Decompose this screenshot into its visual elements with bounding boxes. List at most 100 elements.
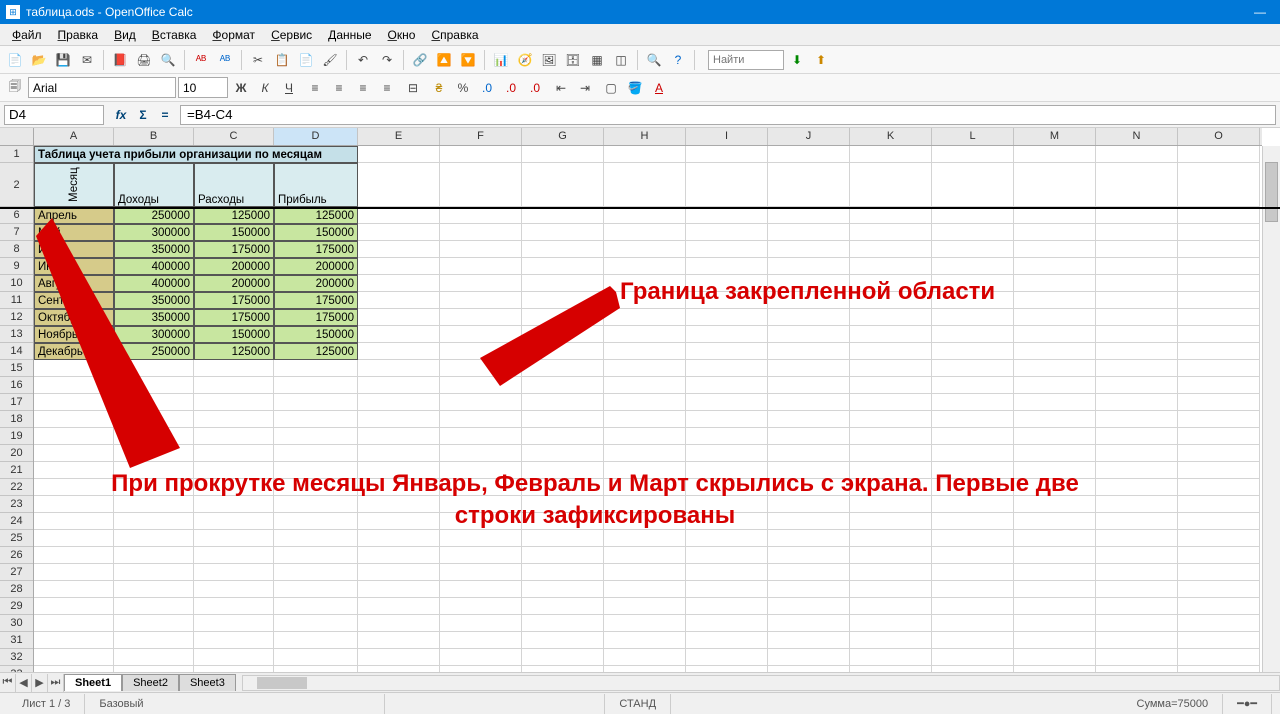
- row-header-23[interactable]: 23: [0, 496, 33, 513]
- fx-icon[interactable]: fx: [110, 104, 132, 126]
- datasources-icon[interactable]: 🗄: [562, 49, 584, 71]
- cell[interactable]: [1014, 496, 1096, 513]
- cell[interactable]: [768, 309, 850, 326]
- cell[interactable]: [1096, 479, 1178, 496]
- bold-button[interactable]: Ж: [230, 77, 252, 99]
- cell[interactable]: [686, 224, 768, 241]
- row-header-6[interactable]: 6: [0, 207, 33, 224]
- cell[interactable]: [114, 615, 194, 632]
- cell[interactable]: [1014, 309, 1096, 326]
- cell[interactable]: [604, 207, 686, 224]
- cell[interactable]: [194, 411, 274, 428]
- month-cell[interactable]: Декабрь: [34, 343, 114, 360]
- cell[interactable]: [768, 224, 850, 241]
- cell[interactable]: [686, 649, 768, 666]
- cell[interactable]: [34, 377, 114, 394]
- expense-cell[interactable]: 125000: [194, 343, 274, 360]
- cell[interactable]: [274, 360, 358, 377]
- income-cell[interactable]: 250000: [114, 207, 194, 224]
- cell[interactable]: [194, 530, 274, 547]
- cell[interactable]: [768, 445, 850, 462]
- row-header-20[interactable]: 20: [0, 445, 33, 462]
- cell[interactable]: [604, 377, 686, 394]
- cell[interactable]: [1014, 513, 1096, 530]
- cell[interactable]: [34, 615, 114, 632]
- cell[interactable]: [850, 530, 932, 547]
- autospell-icon[interactable]: ᴬᴮ: [214, 49, 236, 71]
- row-header-32[interactable]: 32: [0, 649, 33, 666]
- hyperlink-icon[interactable]: 🔗: [409, 49, 431, 71]
- cell[interactable]: [1178, 598, 1260, 615]
- align-center-icon[interactable]: ≡: [328, 77, 350, 99]
- cell[interactable]: [274, 666, 358, 672]
- expense-cell[interactable]: 175000: [194, 292, 274, 309]
- row-header-22[interactable]: 22: [0, 479, 33, 496]
- cell[interactable]: [358, 241, 440, 258]
- cell[interactable]: [850, 598, 932, 615]
- cell[interactable]: [114, 428, 194, 445]
- cell[interactable]: [194, 445, 274, 462]
- cell[interactable]: [440, 241, 522, 258]
- cell[interactable]: [850, 326, 932, 343]
- income-cell[interactable]: 300000: [114, 224, 194, 241]
- cell[interactable]: [34, 496, 114, 513]
- cell[interactable]: [522, 360, 604, 377]
- font-size-select[interactable]: [178, 77, 228, 98]
- cell[interactable]: [932, 326, 1014, 343]
- cell[interactable]: [440, 326, 522, 343]
- cell[interactable]: [1178, 479, 1260, 496]
- cell[interactable]: [1096, 224, 1178, 241]
- cell[interactable]: [768, 615, 850, 632]
- cell[interactable]: [1096, 564, 1178, 581]
- cell[interactable]: [686, 326, 768, 343]
- table-title-cell[interactable]: Таблица учета прибыли организации по мес…: [34, 146, 358, 163]
- cell[interactable]: [768, 343, 850, 360]
- cell[interactable]: [522, 146, 604, 163]
- cell[interactable]: [686, 146, 768, 163]
- row-header-27[interactable]: 27: [0, 564, 33, 581]
- cell[interactable]: [850, 615, 932, 632]
- cell[interactable]: [850, 411, 932, 428]
- cell[interactable]: [686, 241, 768, 258]
- cell[interactable]: [274, 530, 358, 547]
- cell[interactable]: [1014, 394, 1096, 411]
- row-header-17[interactable]: 17: [0, 394, 33, 411]
- cell[interactable]: [1014, 547, 1096, 564]
- cell[interactable]: [358, 428, 440, 445]
- indent-inc-icon[interactable]: ⇥: [574, 77, 596, 99]
- col-header-D[interactable]: D: [274, 128, 358, 145]
- cell[interactable]: [686, 462, 768, 479]
- cell[interactable]: [850, 360, 932, 377]
- cell[interactable]: [114, 581, 194, 598]
- cell[interactable]: [850, 275, 932, 292]
- income-cell[interactable]: 350000: [114, 309, 194, 326]
- cell[interactable]: [1096, 496, 1178, 513]
- cell[interactable]: [522, 326, 604, 343]
- styles-icon[interactable]: 🗐: [4, 77, 26, 99]
- undo-icon[interactable]: ↶: [352, 49, 374, 71]
- cell[interactable]: [440, 445, 522, 462]
- col-header-M[interactable]: M: [1014, 128, 1096, 145]
- tab-nav-first-icon[interactable]: ⏮: [0, 674, 16, 692]
- cell[interactable]: [932, 241, 1014, 258]
- email-icon[interactable]: ✉: [76, 49, 98, 71]
- cell[interactable]: [522, 462, 604, 479]
- month-cell[interactable]: Апрель: [34, 207, 114, 224]
- cell[interactable]: [440, 649, 522, 666]
- profit-cell[interactable]: 175000: [274, 292, 358, 309]
- cell[interactable]: [1096, 241, 1178, 258]
- cell[interactable]: [522, 564, 604, 581]
- cell[interactable]: [440, 292, 522, 309]
- cell[interactable]: [604, 496, 686, 513]
- cell[interactable]: [440, 163, 522, 207]
- month-cell[interactable]: Ноябрь: [34, 326, 114, 343]
- dec-inc-icon[interactable]: .0: [500, 77, 522, 99]
- cell[interactable]: [1178, 377, 1260, 394]
- cell[interactable]: [932, 581, 1014, 598]
- cell[interactable]: [274, 513, 358, 530]
- cell[interactable]: [932, 377, 1014, 394]
- cell[interactable]: [440, 411, 522, 428]
- menu-Формат[interactable]: Формат: [204, 26, 263, 44]
- cell[interactable]: [522, 632, 604, 649]
- cell[interactable]: [768, 377, 850, 394]
